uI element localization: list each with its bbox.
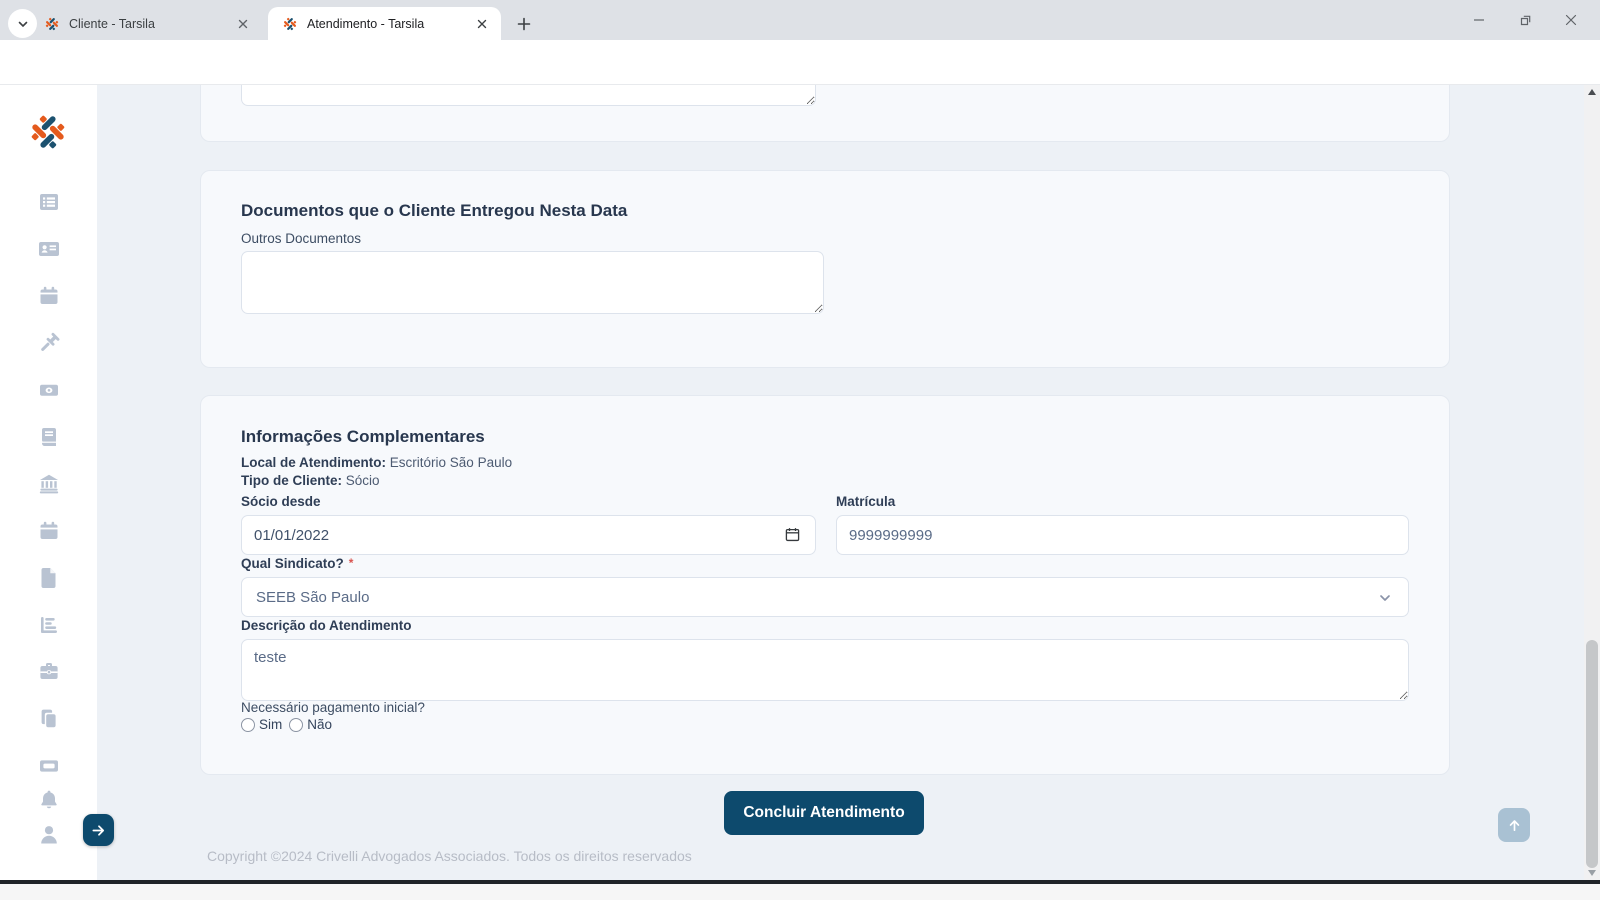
browser-window: Cliente - Tarsila Atendimento - Tarsila: [0, 0, 1600, 900]
bar-chart-icon[interactable]: [36, 613, 62, 637]
person-icon[interactable]: [36, 822, 62, 846]
previous-textarea[interactable]: [241, 85, 816, 106]
sidebar-icon-menu: [0, 190, 97, 846]
briefcase-icon[interactable]: [36, 660, 62, 684]
tab-title: Atendimento - Tarsila: [307, 17, 473, 31]
id-card-icon[interactable]: [36, 237, 62, 261]
app-sidebar: [0, 85, 97, 880]
chevron-down-icon: [17, 18, 29, 30]
tab-strip: Cliente - Tarsila Atendimento - Tarsila: [0, 0, 1600, 40]
matricula-field: [836, 515, 1409, 555]
sindicato-select[interactable]: SEEB São Paulo: [241, 577, 1409, 617]
descricao-label: Descrição do Atendimento: [241, 618, 412, 633]
bell-icon[interactable]: [36, 788, 62, 812]
tab-title: Cliente - Tarsila: [69, 17, 234, 31]
browser-toolbar: tarsila.crivelli.com.br/AtendimentoNovo/…: [0, 40, 1600, 85]
local-atendimento-value: Escritório São Paulo: [390, 455, 512, 470]
concluir-atendimento-button[interactable]: Concluir Atendimento: [724, 791, 924, 835]
outros-documentos-textarea[interactable]: [241, 251, 824, 314]
page-content: Documentos que o Cliente Entregou Nesta …: [0, 85, 1600, 900]
tab-close-icon[interactable]: [234, 15, 252, 33]
calendar-picker-icon[interactable]: [785, 527, 800, 547]
window-restore-button[interactable]: [1502, 0, 1548, 40]
window-controls: [1456, 0, 1594, 40]
sindicato-selected-value: SEEB São Paulo: [256, 589, 369, 606]
required-asterisk: *: [349, 556, 354, 570]
copy-icon[interactable]: [36, 707, 62, 731]
arrow-up-icon: [1507, 818, 1522, 833]
pagamento-radio-group: Sim Não: [241, 717, 332, 732]
radio-nao[interactable]: [289, 718, 303, 732]
documents-section-title: Documentos que o Cliente Entregou Nesta …: [241, 201, 627, 221]
local-atendimento-label: Local de Atendimento:: [241, 455, 386, 470]
radio-sim-label: Sim: [259, 717, 282, 732]
tipo-cliente-label: Tipo de Cliente:: [241, 473, 342, 488]
outros-documentos-label: Outros Documentos: [241, 231, 361, 246]
close-icon: [1565, 14, 1577, 26]
socio-desde-input[interactable]: [241, 515, 816, 555]
scrollbar-thumb[interactable]: [1586, 640, 1598, 868]
info-section-title: Informações Complementares: [241, 427, 485, 447]
minimize-icon: [1473, 14, 1485, 26]
below-window-strip: [0, 884, 1600, 900]
tipo-cliente-line: Tipo de Cliente: Sócio: [241, 473, 380, 488]
sidebar-expand-button[interactable]: [83, 814, 114, 846]
radio-nao-label: Não: [307, 717, 332, 732]
window-close-button[interactable]: [1548, 0, 1594, 40]
tab-close-icon[interactable]: [473, 15, 491, 33]
crivelli-logo[interactable]: [27, 111, 69, 158]
tab-cliente[interactable]: Cliente - Tarsila: [30, 8, 262, 40]
site-favicon: [44, 16, 60, 32]
pagamento-inicial-label: Necessário pagamento inicial?: [241, 700, 425, 715]
descricao-textarea[interactable]: [241, 639, 1409, 701]
radio-sim[interactable]: [241, 718, 255, 732]
scrollbar-down-arrow[interactable]: [1588, 870, 1596, 876]
matricula-label: Matrícula: [836, 494, 895, 509]
calendar-icon[interactable]: [36, 284, 62, 308]
gavel-icon[interactable]: [36, 331, 62, 355]
banknote-icon[interactable]: [36, 378, 62, 402]
restore-icon: [1519, 14, 1532, 27]
new-tab-button[interactable]: [510, 10, 538, 38]
qual-sindicato-label: Qual Sindicato? *: [241, 556, 353, 571]
scroll-to-top-button[interactable]: [1498, 808, 1530, 842]
site-favicon: [282, 16, 298, 32]
arrow-right-icon: [91, 823, 106, 838]
bank-icon[interactable]: [36, 472, 62, 496]
window-minimize-button[interactable]: [1456, 0, 1502, 40]
ticket-icon[interactable]: [36, 754, 62, 778]
calendar2-icon[interactable]: [36, 519, 62, 543]
info-section-card: Informações Complementares Local de Aten…: [200, 395, 1450, 775]
matricula-input[interactable]: [836, 515, 1409, 555]
qual-sindicato-label-text: Qual Sindicato?: [241, 556, 344, 571]
scrollbar-up-arrow[interactable]: [1588, 89, 1596, 95]
documents-section-card: Documentos que o Cliente Entregou Nesta …: [200, 170, 1450, 368]
document-icon[interactable]: [36, 566, 62, 590]
tab-atendimento[interactable]: Atendimento - Tarsila: [268, 7, 501, 40]
page-scrollbar[interactable]: [1584, 85, 1600, 880]
chevron-down-icon: [1378, 591, 1392, 609]
tipo-cliente-value: Sócio: [346, 473, 380, 488]
socio-desde-label: Sócio desde: [241, 494, 321, 509]
socio-desde-field: [241, 515, 816, 555]
table-list-icon[interactable]: [36, 190, 62, 214]
copyright-footer: Copyright ©2024 Crivelli Advogados Assoc…: [207, 848, 692, 864]
previous-section-card: [200, 85, 1450, 142]
plus-icon: [517, 17, 531, 31]
book-icon[interactable]: [36, 425, 62, 449]
local-atendimento-line: Local de Atendimento: Escritório São Pau…: [241, 455, 512, 470]
